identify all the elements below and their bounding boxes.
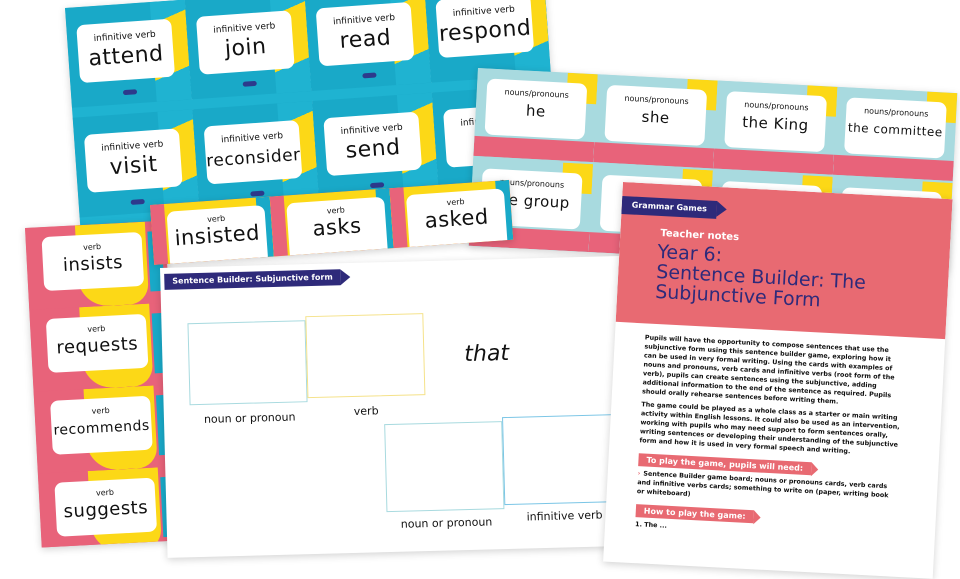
infinitive-verb-card: infinitive verb read <box>304 0 433 92</box>
card-word: recommends <box>53 417 151 439</box>
card-category: nouns/pronouns <box>624 93 689 107</box>
card-face: infinitive verb read <box>315 1 415 67</box>
card-face: infinitive verb send <box>323 111 423 177</box>
verb-card: verb insisted <box>150 196 274 265</box>
card-face: verb requests <box>45 313 149 373</box>
notes-header: Grammar Games Teacher notes Year 6: Sent… <box>615 182 953 340</box>
card-face: infinitive verb respond <box>435 0 535 59</box>
card-face: verb asked <box>405 188 508 249</box>
brand-logo-icon <box>250 190 265 197</box>
card-word: respond <box>438 15 533 47</box>
card-category: nouns/pronouns <box>744 99 809 113</box>
verb-card: verb suggests <box>37 466 182 548</box>
card-face: verb insists <box>41 231 145 292</box>
card-word: the committee <box>847 120 944 140</box>
card-word: join <box>224 34 268 62</box>
card-face: nouns/pronouns he <box>484 78 588 140</box>
slot-label: infinitive verb <box>526 508 603 524</box>
sentence-builder-board: Sentence Builder: Subjunctive form noun … <box>160 255 628 558</box>
card-face: infinitive verb attend <box>76 18 176 84</box>
card-category: verb <box>91 405 110 416</box>
slot-infinitive-verb[interactable] <box>502 414 623 506</box>
card-face: verb asks <box>286 196 389 257</box>
notes-body: Pupils will have the opportunity to comp… <box>635 333 905 546</box>
card-word: suggests <box>63 496 149 523</box>
brand-logo-icon <box>369 182 385 189</box>
card-word: send <box>344 134 402 164</box>
brand-logo-icon <box>242 80 257 87</box>
slot-label: noun or pronoun <box>400 515 493 531</box>
grammar-games-banner: Grammar Games <box>621 195 718 219</box>
infinitive-verb-card: infinitive verb join <box>184 0 313 100</box>
card-word: reconsider <box>205 144 302 172</box>
card-word: he <box>525 101 547 121</box>
noun-card: nouns/pronouns she <box>593 74 718 169</box>
verb-card: verb asks <box>269 188 394 257</box>
notes-paragraph: The game could be played as a whole clas… <box>639 400 900 456</box>
list-item: 1. The ... <box>634 520 668 530</box>
card-face: infinitive verb join <box>195 10 295 75</box>
noun-card: nouns/pronouns the committee <box>832 86 958 182</box>
card-category: infinitive verb <box>220 131 284 146</box>
slot-noun-pronoun-2[interactable] <box>384 421 505 513</box>
card-face: infinitive verb visit <box>83 128 183 193</box>
card-word: visit <box>108 151 159 181</box>
verb-card: verb requests <box>29 302 174 392</box>
brand-logo-icon <box>362 72 377 79</box>
noun-card: nouns/pronouns he <box>473 68 598 163</box>
card-face: verb suggests <box>54 477 158 537</box>
card-face: nouns/pronouns she <box>604 84 708 146</box>
slot-label: noun or pronoun <box>203 410 296 426</box>
connector-word: that <box>464 340 510 368</box>
list-item-text: Sentence Builder game board; nouns or pr… <box>636 469 889 500</box>
card-face: verb insisted <box>166 205 269 265</box>
infinitive-verb-card: infinitive verb attend <box>65 0 193 108</box>
card-word: the King <box>741 112 810 135</box>
card-word: read <box>338 25 393 54</box>
brand-logo-icon <box>130 198 145 205</box>
card-word: requests <box>55 333 139 359</box>
card-category: nouns/pronouns <box>504 87 570 100</box>
list-item: › Sentence Builder game board; nouns or p… <box>637 469 898 510</box>
verb-card: verb asked <box>389 179 514 249</box>
noun-card: nouns/pronouns the King <box>713 80 838 175</box>
infinitive-verb-card: infinitive verb reconsider <box>192 100 321 210</box>
slot-noun-pronoun-1[interactable] <box>187 320 308 406</box>
infinitive-verb-card: infinitive verb send <box>312 92 440 201</box>
slot-label: verb <box>353 404 379 418</box>
verb-card: verb insists <box>25 220 170 310</box>
brand-logo-icon <box>122 89 138 96</box>
card-category: nouns/pronouns <box>863 106 929 119</box>
verb-card-sheet: verb insists verb requests verb recommen… <box>25 220 182 548</box>
slot-verb[interactable] <box>305 313 426 399</box>
card-face: verb recommends <box>50 395 153 455</box>
card-word: she <box>641 107 671 128</box>
notes-title: Year 6: Sentence Builder: The Subjunctiv… <box>655 241 938 317</box>
card-face: infinitive verb reconsider <box>203 119 303 185</box>
card-face: nouns/pronouns the committee <box>844 97 947 159</box>
verb-card: verb recommends <box>33 384 178 474</box>
card-face: nouns/pronouns the King <box>724 91 827 153</box>
card-word: attend <box>87 41 165 72</box>
card-word: insists <box>62 251 124 277</box>
infinitive-verb-card: infinitive verb visit <box>72 109 201 218</box>
notes-paragraph: Pupils will have the opportunity to comp… <box>641 333 895 406</box>
chevron-right-icon: › <box>637 469 641 478</box>
teacher-notes-document: Grammar Games Teacher notes Year 6: Sent… <box>603 182 953 579</box>
board-banner: Sentence Builder: Subjunctive form <box>164 269 341 290</box>
